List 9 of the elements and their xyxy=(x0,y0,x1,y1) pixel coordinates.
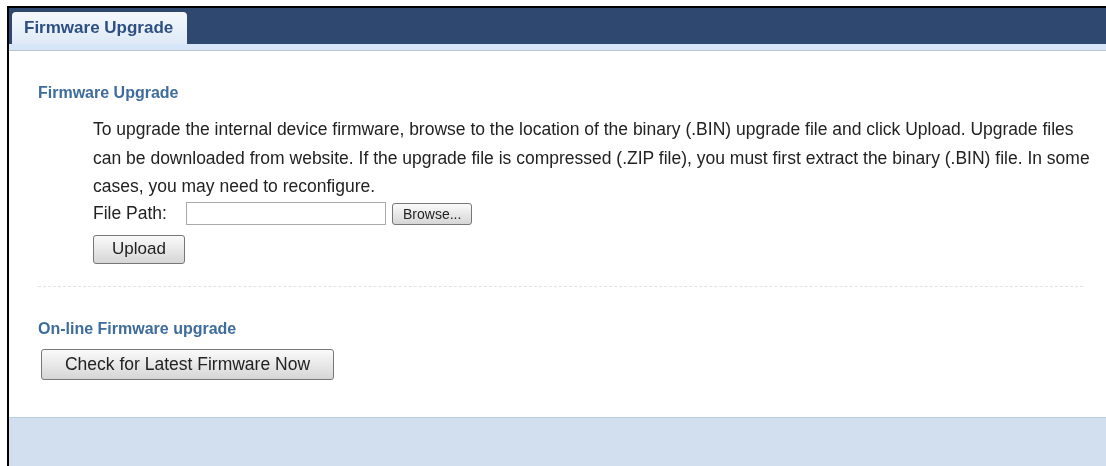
upload-button[interactable]: Upload xyxy=(93,234,185,264)
file-path-label: File Path: xyxy=(93,203,168,224)
description-text: To upgrade the internal device firmware, browse to the location of the binary (.BIN) upgrade file and click Upload. Upgrade files can be downloaded from website. If the upgrade file is compressed (.ZIP file), you must first extract the binary (.BIN) file. In some cases, you may need to reconfigure. xyxy=(93,118,1091,198)
section-title: Firmware Upgrade xyxy=(38,83,180,103)
file-path-field[interactable] xyxy=(186,202,386,225)
browse-button[interactable]: Browse... xyxy=(392,202,472,225)
check-firmware-button[interactable]: Check for Latest Firmware Now xyxy=(41,348,334,380)
section-title: On-line Firmware upgrade xyxy=(38,318,238,339)
tab[interactable]: Firmware Upgrade xyxy=(12,12,188,44)
